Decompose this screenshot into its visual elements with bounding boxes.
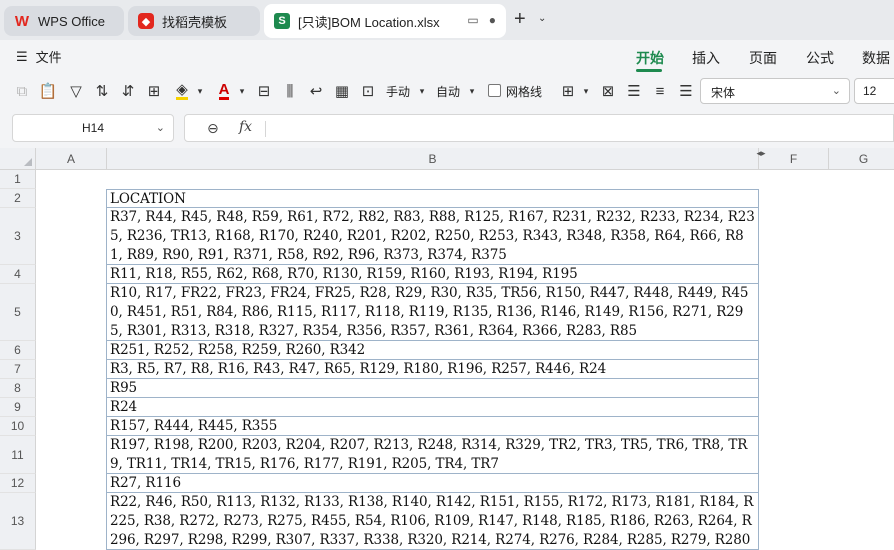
- row-header[interactable]: 6: [0, 341, 36, 360]
- row-header[interactable]: 1: [0, 170, 36, 189]
- name-box[interactable]: H14 ⌄: [12, 114, 174, 142]
- copy-format-icon[interactable]: ⧉: [12, 81, 32, 101]
- align-left-icon[interactable]: ☰: [624, 81, 644, 101]
- chevron-down-icon: ⌄: [831, 85, 841, 97]
- tab-insert[interactable]: 插入: [692, 48, 720, 68]
- row-header[interactable]: 13: [0, 493, 36, 550]
- tab-label: WPS Office: [38, 13, 105, 29]
- formula-input[interactable]: ⊖ fx: [184, 114, 894, 142]
- font-size-value: 12: [863, 84, 877, 98]
- table-icon[interactable]: ⊞: [144, 81, 164, 101]
- font-name-value: 宋体: [711, 86, 736, 100]
- cell-b12[interactable]: R27, R116: [106, 474, 759, 493]
- chevron-down-icon[interactable]: ▾: [232, 81, 252, 101]
- row-header[interactable]: 9: [0, 398, 36, 417]
- zoom-icon[interactable]: ⊖: [207, 120, 219, 137]
- cell-b7[interactable]: R3, R5, R7, R8, R16, R43, R47, R65, R129…: [106, 360, 759, 379]
- column-header-a[interactable]: A: [36, 148, 107, 170]
- sort-ascending-icon[interactable]: ⇅: [92, 81, 112, 101]
- row-header[interactable]: 2: [0, 189, 36, 208]
- tab-wps-office[interactable]: W WPS Office: [4, 6, 124, 36]
- row-header[interactable]: 4: [0, 265, 36, 284]
- autofit-dropdown[interactable]: 自动: [436, 83, 460, 100]
- align-right-icon[interactable]: ☰: [676, 81, 696, 101]
- align-center-icon[interactable]: ≡: [650, 81, 670, 101]
- tab-label: 找稻壳模板: [162, 14, 228, 30]
- paste-icon[interactable]: 📋: [38, 81, 58, 101]
- wrap-text-icon[interactable]: ↩: [306, 81, 326, 101]
- row-header[interactable]: 10: [0, 417, 36, 436]
- clear-format-icon[interactable]: ⊠: [598, 81, 618, 101]
- column-header-b[interactable]: B: [107, 148, 759, 170]
- formula-bar: H14 ⌄ ⊖ fx: [0, 110, 894, 148]
- fill-color-icon[interactable]: ◈: [172, 81, 192, 101]
- docer-logo-icon: ◆: [138, 13, 154, 29]
- hamburger-icon: ☰: [16, 48, 28, 64]
- wrap-mode-dropdown[interactable]: 手动: [386, 83, 410, 100]
- cell-b4[interactable]: R11, R18, R55, R62, R68, R70, R130, R159…: [106, 265, 759, 284]
- cell-b10[interactable]: R157, R444, R445, R355: [106, 417, 759, 436]
- wps-logo-icon: W: [14, 12, 30, 30]
- merge-cells-icon[interactable]: ⫼: [280, 81, 300, 101]
- gridlines-label: 网格线: [506, 85, 543, 99]
- spreadsheet-logo-icon: S: [274, 13, 290, 29]
- row-header[interactable]: 5: [0, 284, 36, 341]
- tab-docer-templates[interactable]: ◆ 找稻壳模板: [128, 6, 260, 36]
- title-tab-bar: W WPS Office ◆ 找稻壳模板 S [只读]BOM Location.…: [0, 0, 894, 40]
- cell-reference: H14: [81, 121, 104, 135]
- window-icon[interactable]: ▭: [467, 13, 478, 27]
- chevron-down-icon[interactable]: ▾: [190, 81, 210, 101]
- borders-icon[interactable]: ⊞: [558, 81, 578, 101]
- row-header[interactable]: 11: [0, 436, 36, 474]
- tab-page[interactable]: 页面: [749, 48, 777, 68]
- cell-b6[interactable]: R251, R252, R258, R259, R260, R342: [106, 341, 759, 360]
- home-toolbar: ⧉ 📋 ▽ ⇅ ⇵ ⊞ ◈ ▾ A ▾ ⊟ ⫼ ↩ ▦ ⊡ 手动 ▾ 自动 ▾ …: [0, 72, 894, 110]
- row-header[interactable]: 3: [0, 208, 36, 265]
- filter-icon[interactable]: ▽: [66, 81, 86, 101]
- font-size-select[interactable]: 12: [854, 78, 894, 104]
- cell-b3[interactable]: R37, R44, R45, R48, R59, R61, R72, R82, …: [106, 208, 759, 265]
- spreadsheet-grid[interactable]: A B F G ◂▸ 1 2 3 4 5 6 7 8 9 10 11 12 13…: [0, 148, 894, 550]
- cell-b2[interactable]: LOCATION: [106, 189, 759, 208]
- chevron-down-icon: ⌄: [155, 122, 165, 134]
- hidden-columns-icon[interactable]: ◂▸: [754, 148, 768, 159]
- format-cells-icon[interactable]: ⊟: [254, 81, 274, 101]
- tab-home[interactable]: 开始: [636, 48, 664, 68]
- file-menu-label: 文件: [35, 50, 62, 65]
- gridlines-checkbox[interactable]: [488, 84, 501, 97]
- cell-b8[interactable]: R95: [106, 379, 759, 398]
- font-name-select[interactable]: 宋体 ⌄: [700, 78, 850, 104]
- chevron-down-icon[interactable]: ⌄: [538, 13, 546, 24]
- font-color-icon[interactable]: A: [214, 81, 234, 101]
- cell-b9[interactable]: R24: [106, 398, 759, 417]
- tab-formula[interactable]: 公式: [806, 48, 834, 68]
- align-to-grid-icon[interactable]: ⊡: [358, 81, 378, 101]
- chevron-down-icon[interactable]: ▾: [412, 81, 432, 101]
- function-icon[interactable]: fx: [239, 119, 252, 135]
- column-header-g[interactable]: G: [829, 148, 894, 170]
- tab-label: [只读]BOM Location.xlsx: [298, 14, 440, 30]
- new-tab-plus-icon[interactable]: +: [514, 9, 526, 29]
- row-header[interactable]: 12: [0, 474, 36, 493]
- cell-b5[interactable]: R10, R17, FR22, FR23, FR24, FR25, R28, R…: [106, 284, 759, 341]
- unsaved-dot-icon[interactable]: ●: [489, 13, 496, 27]
- divider: [265, 121, 266, 137]
- column-header-f[interactable]: F: [759, 148, 829, 170]
- file-menu-button[interactable]: ☰ 文件: [16, 47, 62, 66]
- row-header[interactable]: 8: [0, 379, 36, 398]
- chevron-down-icon[interactable]: ▾: [576, 81, 596, 101]
- freeze-panes-icon[interactable]: ▦: [332, 81, 352, 101]
- tab-bom-location[interactable]: S [只读]BOM Location.xlsx ▭ ●: [264, 4, 506, 38]
- cell-b11[interactable]: R197, R198, R200, R203, R204, R207, R213…: [106, 436, 759, 474]
- chevron-down-icon[interactable]: ▾: [462, 81, 482, 101]
- ribbon-tab-row: ☰ 文件 开始 插入 页面 公式 数据: [0, 40, 894, 72]
- sort-descending-icon[interactable]: ⇵: [118, 81, 138, 101]
- select-all-corner[interactable]: [0, 148, 36, 170]
- tab-data[interactable]: 数据: [862, 48, 890, 68]
- row-header[interactable]: 7: [0, 360, 36, 379]
- cell-b13[interactable]: R22, R46, R50, R113, R132, R133, R138, R…: [106, 493, 759, 550]
